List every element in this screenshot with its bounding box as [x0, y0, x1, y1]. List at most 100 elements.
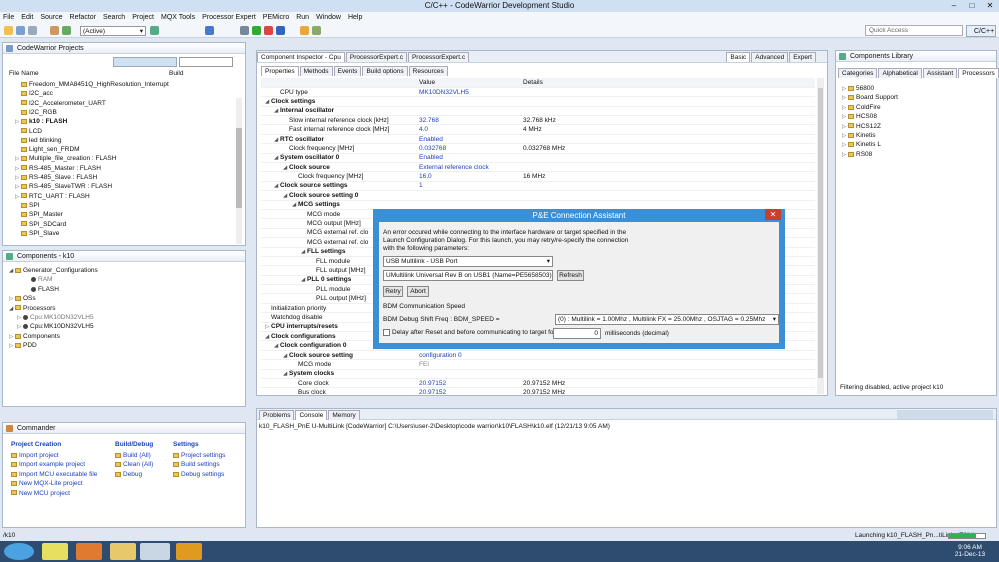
property-value[interactable]: configuration 0 [417, 350, 521, 361]
project-item[interactable]: SPI [15, 201, 39, 210]
property-value[interactable]: 1 [417, 181, 521, 192]
project-item[interactable]: ▷ RS-485_Slave : FLASH [15, 173, 97, 182]
menu-refactor[interactable]: Refactor [70, 14, 96, 21]
library-item-rs08[interactable]: ▷ RS08 [842, 150, 872, 159]
quick-access-input[interactable]: Quick Access [865, 25, 963, 36]
property-row[interactable]: ◢ Clock settings [261, 96, 815, 107]
project-item[interactable]: I2C_acc [15, 89, 53, 98]
inspector-scrollbar[interactable] [817, 78, 824, 394]
property-row[interactable]: Bus clock 20.97152 20.97152 MHz [261, 387, 815, 394]
property-value[interactable]: MK10DN32VLH5 [417, 87, 521, 98]
delay-checkbox[interactable] [383, 329, 390, 336]
menu-file[interactable]: File [3, 14, 14, 21]
project-item[interactable]: ▷ RS-485_SlaveTWR : FLASH [15, 182, 112, 191]
commander-link-debug[interactable]: Debug [115, 470, 142, 479]
project-item[interactable]: LCD [15, 127, 42, 136]
component-item[interactable]: ◢ Generator_Configurations [9, 266, 98, 275]
build-configuration-select[interactable]: (Active) ▾ [80, 26, 146, 36]
property-row[interactable]: ◢ RTC oscillator Enabled [261, 134, 815, 145]
component-item[interactable]: ◢ Processors [9, 304, 56, 313]
name-column-header[interactable] [261, 78, 417, 88]
close-button[interactable]: ✕ [981, 0, 999, 12]
print-icon[interactable] [28, 26, 37, 35]
mode-advanced[interactable]: Advanced [751, 52, 789, 62]
subtab-properties[interactable]: Properties [261, 66, 299, 76]
projects-scroll-thumb[interactable] [236, 128, 242, 208]
commander-link-project-settings[interactable]: Project settings [173, 451, 225, 460]
component-item[interactable]: ▷ Components [9, 332, 60, 341]
console-tab-console[interactable]: Console [295, 410, 328, 420]
project-item[interactable]: SPI_Slave [15, 229, 59, 238]
property-value[interactable] [417, 369, 521, 380]
tab-processorexpert-c[interactable]: ProcessorExpert.c [345, 52, 407, 62]
project-item[interactable]: Light_sen_FRDM [15, 145, 80, 154]
project-item[interactable]: Freedom_MMA8451Q_HighResolution_Interrup… [15, 80, 169, 89]
build-icon[interactable] [50, 26, 59, 35]
library-tab-categories[interactable]: Categories [838, 68, 878, 78]
commander-link-clean-all[interactable]: Clean (All) [115, 460, 153, 469]
property-value[interactable] [417, 106, 521, 117]
bdm-speed-select[interactable]: (0) : Multilink = 1.00Mhz , Multilink FX… [555, 314, 779, 325]
commander-link-import-example-project[interactable]: Import example project [11, 460, 85, 469]
commander-link-import-mcu-executable-file[interactable]: Import MCU executable file [11, 470, 97, 479]
library-item-kinetis[interactable]: ▷ Kinetis [842, 131, 876, 140]
menu-window[interactable]: Window [316, 14, 341, 21]
debug-icon[interactable] [150, 26, 159, 35]
inspector-scroll-thumb[interactable] [818, 88, 823, 378]
abort-button[interactable]: Abort [407, 286, 429, 297]
projects-view-toolbar[interactable] [113, 57, 177, 67]
project-item[interactable]: I2C_RGB [15, 108, 57, 117]
subtab-resources[interactable]: Resources [408, 66, 448, 76]
property-value[interactable]: Enabled [417, 134, 521, 145]
property-value[interactable]: 20.97152 [417, 378, 521, 389]
library-item-coldfire[interactable]: ▷ ColdFire [842, 103, 881, 112]
commander-link-new-mcu-project[interactable]: New MCU project [11, 489, 70, 498]
commander-link-build-all[interactable]: Build (All) [115, 451, 151, 460]
minimize-button[interactable]: – [945, 0, 963, 12]
menu-mqx-tools[interactable]: MQX Tools [161, 14, 195, 21]
property-row[interactable]: CPU type MK10DN32VLH5 [261, 87, 815, 98]
menu-project[interactable]: Project [132, 14, 154, 21]
value-column-header[interactable]: Value [417, 78, 521, 88]
cut-icon[interactable] [240, 26, 249, 35]
component-item[interactable]: FLASH [25, 285, 59, 294]
property-row[interactable]: MCG mode FEI [261, 359, 815, 370]
chrome-icon[interactable] [42, 543, 68, 560]
start-button[interactable] [4, 543, 34, 560]
project-item[interactable]: SPI_Master [15, 210, 63, 219]
project-item[interactable]: ▷ Multiple_file_creation : FLASH [15, 154, 116, 163]
property-row[interactable]: ◢ System oscillator 0 Enabled [261, 153, 815, 164]
library-item-kinetis-l[interactable]: ▷ Kinetis L [842, 140, 881, 149]
build-config-icon[interactable] [62, 26, 71, 35]
property-row[interactable]: ◢ Clock source setting configuration 0 [261, 350, 815, 361]
interface-select[interactable]: USB Multilink - USB Port ▾ [383, 256, 553, 267]
console-tab-memory[interactable]: Memory [328, 410, 360, 420]
mode-expert[interactable]: Expert [789, 52, 816, 62]
delay-input[interactable]: 0 [553, 328, 601, 339]
dialog-close-icon[interactable]: ✕ [765, 209, 781, 220]
tab-processorexpert-c[interactable]: ProcessorExpert.c [407, 52, 470, 62]
commander-link-new-mqx-lite-project[interactable]: New MQX-Lite project [11, 479, 83, 488]
mode-basic[interactable]: Basic [726, 52, 751, 62]
property-value[interactable]: 20.97152 [417, 387, 521, 394]
project-item[interactable]: I2C_Accelerometer_UART [15, 99, 106, 108]
property-value[interactable] [417, 96, 521, 107]
tab-component-inspector-cpu[interactable]: Component Inspector - Cpu [257, 52, 345, 62]
build-column-header[interactable]: Build [169, 70, 183, 77]
library-tab-assistant[interactable]: Assistant [922, 68, 958, 78]
commander-link-import-project[interactable]: Import project [11, 451, 59, 460]
project-item[interactable]: led blinking [15, 136, 62, 145]
property-row[interactable]: Clock frequency [MHz] 0.032768 0.032768 MH… [261, 143, 815, 154]
subtab-build-options[interactable]: Build options [362, 66, 408, 76]
menu-edit[interactable]: Edit [21, 14, 33, 21]
maximize-button[interactable]: □ [963, 0, 981, 12]
explorer-icon[interactable] [110, 543, 136, 560]
edit-icon[interactable] [312, 26, 321, 35]
library-item-hcs08[interactable]: ▷ HCS08 [842, 112, 877, 121]
menu-pemicro[interactable]: PEMicro [263, 14, 289, 21]
save-icon[interactable] [16, 26, 25, 35]
library-tab-processors[interactable]: Processors [958, 68, 999, 78]
processor-expert-icon[interactable] [205, 26, 214, 35]
details-column-header[interactable]: Details [521, 78, 815, 88]
debug-launch-icon[interactable] [276, 26, 285, 35]
